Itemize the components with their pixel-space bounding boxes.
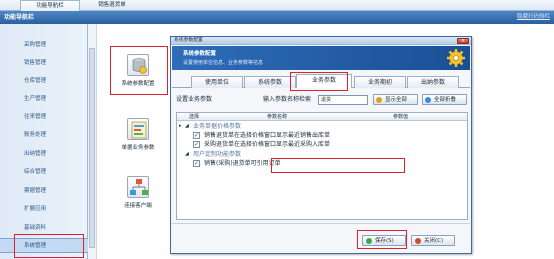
nav-header-bar: 功能导航栏 隐藏扫码侧栏	[0, 11, 554, 24]
search-input[interactable]: 退货	[318, 95, 368, 105]
col-param-name: 参数名称	[267, 114, 288, 120]
hide-sidebar-link[interactable]: 隐藏扫码侧栏	[517, 11, 550, 24]
app-window: 功能导航栏 销售退货单 功能导航栏 隐藏扫码侧栏 采购管理 销售管理 仓库管理 …	[0, 0, 554, 259]
grid-header: 选择 参数名称 参数值	[177, 113, 467, 121]
collapse-all-label: 全部折叠	[434, 97, 457, 103]
tab-user-unit[interactable]: 使用单位	[191, 76, 243, 88]
launcher-highlight	[110, 46, 168, 95]
dialog-titlebar[interactable]: 系统参数配置 ×	[171, 37, 471, 45]
sidebar: 采购管理 销售管理 仓库管理 生产管理 往来管理 账务处理 出纳管理 综合管理 …	[0, 24, 88, 259]
row-checkbox[interactable]: ✓	[193, 132, 200, 139]
document-tab-strip: 功能导航栏 销售退货单	[0, 0, 554, 11]
sidebar-scroll-thumb[interactable]	[89, 48, 95, 248]
search-label: 输入参数名称检索	[263, 96, 312, 103]
close-icon[interactable]: ×	[457, 38, 469, 44]
sidebar-item-general[interactable]: 综合管理	[0, 165, 88, 180]
tab-sales-return[interactable]: 销售退货单	[82, 0, 142, 11]
expand-all-button[interactable]: 显示全部	[373, 94, 418, 105]
launcher-document-params-label: 单据业务参数	[121, 145, 155, 151]
expand-all-label: 显示全部	[385, 97, 408, 103]
tab-function-nav[interactable]: 功能导航栏	[20, 0, 80, 11]
nav-header-title: 功能导航栏	[4, 14, 35, 21]
sidebar-item-purchase[interactable]: 采购管理	[0, 38, 88, 53]
network-clients-icon	[127, 176, 149, 198]
launcher-connect-client-label: 连接客户端	[124, 203, 152, 209]
sidebar-item-extensions[interactable]: 扩展应用	[0, 202, 88, 217]
param-name: 销售(采购)退货单可引用订单	[204, 160, 281, 167]
param-name: 采购退货单在选择价格窗口显示最近采购入库单	[204, 141, 331, 148]
sidebar-system-highlight	[14, 234, 84, 258]
dialog-title: 系统参数配置	[174, 38, 203, 43]
row-indicator-icon: ▸	[179, 123, 182, 129]
param-name: 销售退货单在选择价格窗口显示最近销售出库单	[204, 132, 331, 139]
sidebar-item-bookkeeping[interactable]: 账务处理	[0, 128, 88, 143]
expand-triangle-icon[interactable]: ◢	[185, 150, 189, 159]
sidebar-item-invoices[interactable]: 票据管理	[0, 184, 88, 199]
save-highlight	[357, 230, 407, 249]
row-checkbox[interactable]: ✓	[193, 160, 200, 167]
row-highlight	[271, 158, 405, 173]
group-label: 用户定制功能参数	[193, 151, 242, 158]
sidebar-item-sales[interactable]: 销售管理	[0, 56, 88, 71]
sidebar-item-production[interactable]: 生产管理	[0, 92, 88, 107]
collapse-all-button[interactable]: 全部折叠	[422, 94, 467, 105]
tab-system-params[interactable]: 系统参数	[244, 76, 296, 88]
sidebar-item-cashier[interactable]: 出纳管理	[0, 147, 88, 162]
dialog-banner: 系统参数配置 设置使用单位信息、业务参数等信息	[172, 46, 470, 70]
launcher-connect-client[interactable]: 连接客户端	[108, 176, 168, 209]
sidebar-item-warehouse[interactable]: 仓库管理	[0, 74, 88, 89]
document-settings-icon	[127, 118, 149, 140]
col-select: 选择	[189, 114, 200, 120]
dialog-footer-divider	[172, 223, 470, 224]
grid-row[interactable]: ✓ 采购退货单在选择价格窗口显示最近采购入库单	[177, 140, 467, 149]
expand-triangle-icon[interactable]: ◢	[185, 122, 189, 131]
launcher-document-params[interactable]: 单据业务参数	[108, 118, 168, 151]
sidebar-item-accounts[interactable]: 往来管理	[0, 110, 88, 125]
row-checkbox[interactable]: ✓	[193, 141, 200, 148]
collapse-icon	[425, 97, 431, 103]
toolbar-label: 设置业务参数	[176, 96, 213, 103]
business-tab-highlight	[290, 72, 348, 91]
params-toolbar: 设置业务参数 输入参数名称检索 退货 显示全部 全部折叠	[176, 94, 467, 105]
grid-group-row[interactable]: ▸ ◢ 业务单据价格参数	[177, 122, 467, 131]
grid-row[interactable]: ✓ 销售退货单在选择价格窗口显示最近销售出库单	[177, 131, 467, 140]
close-circle-icon	[415, 238, 421, 244]
tab-opening-period[interactable]: 业务期初	[354, 76, 406, 88]
sidebar-scrollbar[interactable]	[88, 24, 97, 259]
banner-title: 系统参数配置	[183, 51, 217, 57]
tab-cashier-params[interactable]: 出纳参数	[407, 76, 459, 88]
system-params-dialog: 系统参数配置 × 系统参数配置 设置使用单位信息、业务参数等信息 使用单位 系统…	[170, 36, 472, 254]
gear-icon	[447, 49, 465, 67]
col-param-value: 参数值	[393, 114, 409, 120]
expand-icon	[376, 97, 382, 103]
banner-subtitle: 设置使用单位信息、业务参数等信息	[183, 60, 264, 66]
close-label: 关闭(C)	[424, 238, 444, 244]
group-label: 业务单据价格参数	[193, 123, 242, 130]
close-button[interactable]: 关闭(C)	[411, 235, 455, 246]
